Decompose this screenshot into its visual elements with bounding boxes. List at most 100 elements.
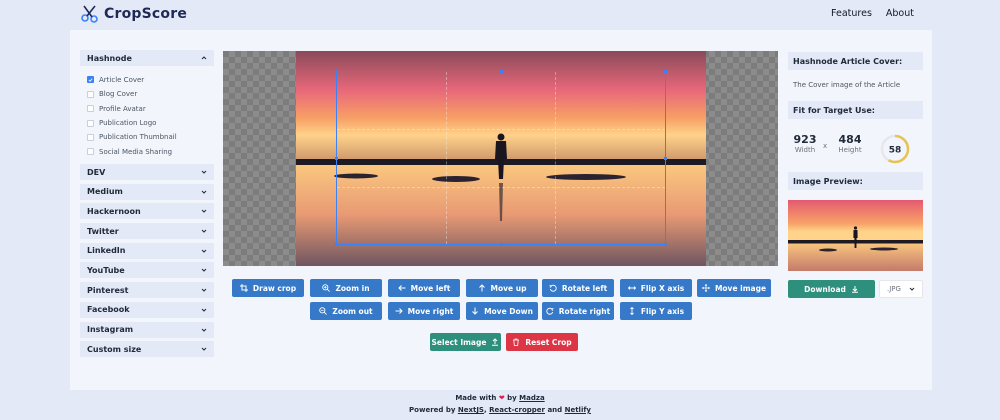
section-linkedin[interactable]: LinkedIn: [80, 242, 214, 259]
top-nav: CropScore Features About: [0, 0, 1000, 30]
crop-handle[interactable]: [664, 157, 667, 160]
chevron-down-icon: [201, 288, 207, 292]
crop-grid-line: [337, 129, 665, 131]
format-select[interactable]: .JPG: [879, 280, 923, 298]
react-cropper-link[interactable]: React-cropper: [489, 406, 545, 414]
logo[interactable]: CropScore: [80, 4, 187, 24]
rotate-right-icon: [546, 307, 554, 315]
section-instagram[interactable]: Instagram: [80, 321, 214, 338]
crop-handle[interactable]: [335, 70, 338, 73]
zoom-out-button[interactable]: Zoom out: [310, 302, 382, 320]
checkbox-checked[interactable]: [87, 76, 94, 84]
section-label: Medium: [87, 187, 123, 197]
height-readout: 484 Height: [834, 133, 866, 154]
move-image-button[interactable]: Move image: [697, 279, 771, 297]
chevron-down-icon: [201, 170, 207, 174]
chevron-up-icon: [201, 56, 207, 60]
image-preview: [788, 200, 923, 271]
zoom-out-icon: [319, 307, 328, 315]
section-pinterest[interactable]: Pinterest: [80, 282, 214, 299]
checkbox[interactable]: [87, 119, 94, 127]
crop-grid-line: [337, 186, 665, 188]
crop-handle[interactable]: [500, 243, 503, 246]
option-publication-logo[interactable]: Publication Logo: [87, 116, 214, 130]
button-label: Rotate left: [561, 283, 608, 293]
button-label: Move right: [407, 306, 454, 316]
crop-handle[interactable]: [500, 70, 503, 73]
option-profile-avatar[interactable]: Profile Avatar: [87, 101, 214, 115]
zoom-in-button[interactable]: Zoom in: [310, 279, 382, 297]
button-label: Flip Y axis: [640, 306, 685, 316]
section-label: YouTube: [87, 265, 125, 275]
check-icon: [88, 78, 93, 82]
option-label: Publication Thumbnail: [99, 133, 177, 142]
section-youtube[interactable]: YouTube: [80, 262, 214, 279]
flip-y-button[interactable]: Flip Y axis: [620, 302, 692, 320]
times-sign: x: [823, 142, 828, 150]
flip-x-button[interactable]: Flip X axis: [620, 279, 692, 297]
section-hackernoon[interactable]: Hackernoon: [80, 203, 214, 220]
option-blog-cover[interactable]: Blog Cover: [87, 87, 214, 101]
option-label: Article Cover: [99, 75, 145, 84]
footer: Made with ❤ by Madza Powered by NextJS, …: [0, 392, 1000, 416]
checkbox[interactable]: [87, 133, 94, 141]
comma: ,: [483, 406, 487, 414]
option-label: Publication Logo: [99, 119, 157, 128]
rotate-right-button[interactable]: Rotate right: [542, 302, 614, 320]
hashnode-options: Article Cover Blog Cover Profile Avatar …: [80, 70, 214, 164]
section-twitter[interactable]: Twitter: [80, 223, 214, 240]
option-social-media-sharing[interactable]: Social Media Sharing: [87, 145, 214, 159]
crop-selection-box[interactable]: [335, 70, 667, 246]
crop-handle[interactable]: [335, 157, 338, 160]
crop-handle[interactable]: [664, 70, 667, 73]
checkbox[interactable]: [87, 105, 94, 113]
select-image-button[interactable]: Select Image: [430, 333, 501, 351]
nav-link-about[interactable]: About: [886, 8, 914, 19]
netlify-link[interactable]: Netlify: [565, 406, 591, 414]
move-icon: [701, 284, 710, 292]
button-label: Rotate right: [558, 306, 611, 316]
move-right-button[interactable]: Move right: [388, 302, 460, 320]
reset-crop-button[interactable]: Reset Crop: [506, 333, 578, 351]
zoom-in-icon: [322, 284, 331, 292]
checkbox[interactable]: [87, 148, 94, 156]
section-dev[interactable]: DEV: [80, 164, 214, 181]
button-label: Move image: [714, 283, 767, 293]
rotate-left-button[interactable]: Rotate left: [542, 279, 614, 297]
arrow-right-icon: [395, 308, 403, 314]
draw-crop-button[interactable]: Draw crop: [232, 279, 304, 297]
option-publication-thumbnail[interactable]: Publication Thumbnail: [87, 130, 214, 144]
section-custom-size[interactable]: Custom size: [80, 341, 214, 358]
crop-canvas[interactable]: [223, 51, 778, 266]
fit-panel: Fit for Target Use:: [788, 101, 923, 119]
fit-title: Fit for Target Use:: [788, 101, 923, 119]
nav-link-features[interactable]: Features: [831, 8, 872, 19]
section-hashnode[interactable]: Hashnode: [80, 50, 214, 66]
rotate-left-icon: [549, 284, 557, 292]
platform-sidebar: Hashnode Article Cover Blog Cover Profil…: [80, 50, 214, 361]
move-up-button[interactable]: Move up: [466, 279, 538, 297]
crop-icon: [239, 284, 248, 292]
nextjs-link[interactable]: NextJS: [458, 406, 484, 414]
download-button[interactable]: Download: [788, 280, 875, 298]
checkbox[interactable]: [87, 90, 94, 98]
section-label: Hashnode: [87, 53, 132, 63]
target-description: The Cover image of the Article: [793, 81, 901, 89]
crop-handle[interactable]: [335, 243, 338, 246]
section-label: Hackernoon: [87, 206, 141, 216]
heart-icon: ❤: [498, 394, 505, 402]
section-facebook[interactable]: Facebook: [80, 301, 214, 318]
author-link[interactable]: Madza: [519, 394, 545, 402]
move-down-button[interactable]: Move Down: [466, 302, 538, 320]
by-text: by: [507, 394, 517, 402]
chevron-down-icon: [201, 210, 207, 214]
section-label: Pinterest: [87, 285, 129, 295]
nav-links: Features About: [831, 8, 914, 19]
button-label: Zoom in: [335, 283, 370, 293]
scissors-icon: [81, 5, 98, 23]
option-article-cover[interactable]: Article Cover: [87, 73, 214, 87]
section-medium[interactable]: Medium: [80, 183, 214, 200]
crop-handle[interactable]: [664, 243, 667, 246]
flip-x-icon: [627, 286, 636, 290]
move-left-button[interactable]: Move left: [388, 279, 460, 297]
